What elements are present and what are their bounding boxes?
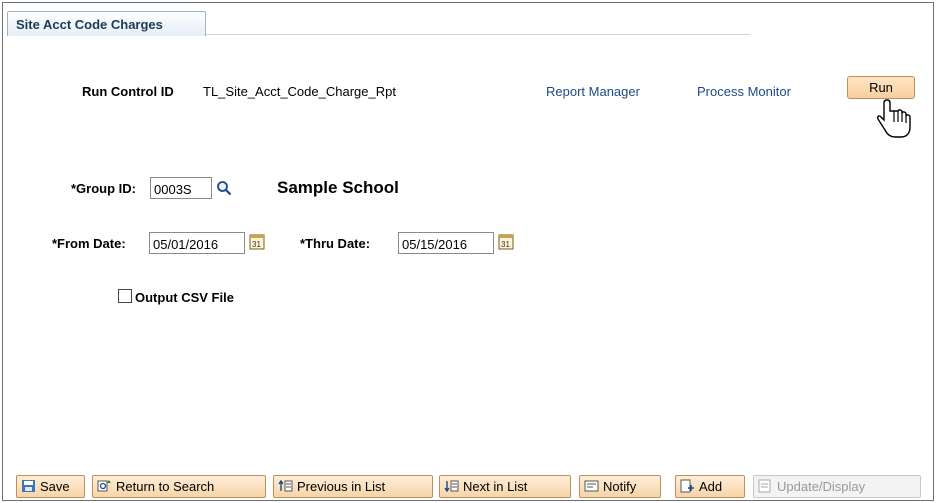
- update-display-label: Update/Display: [777, 479, 866, 494]
- next-in-list-icon: [444, 480, 459, 493]
- from-date-label: *From Date:: [52, 236, 126, 251]
- update-display-button[interactable]: Update/Display: [753, 475, 921, 498]
- output-csv-label: Output CSV File: [135, 290, 234, 305]
- report-manager-link[interactable]: Report Manager: [546, 84, 640, 99]
- run-control-label: Run Control ID: [82, 84, 174, 99]
- tab-label: Site Acct Code Charges: [16, 17, 163, 32]
- run-control-value: TL_Site_Acct_Code_Charge_Rpt: [203, 84, 396, 99]
- update-display-icon: [758, 479, 771, 493]
- hand-cursor-icon: [877, 99, 911, 138]
- toolbar: Save Return to Search Previous in List N…: [16, 475, 924, 499]
- next-in-list-label: Next in List: [463, 479, 528, 494]
- tab-site-acct-code-charges[interactable]: Site Acct Code Charges: [7, 11, 206, 36]
- thru-date-input[interactable]: [398, 232, 494, 254]
- notify-button[interactable]: Notify: [579, 475, 661, 498]
- group-id-input[interactable]: [150, 177, 212, 199]
- calendar-icon[interactable]: 31: [498, 233, 514, 250]
- group-id-label: *Group ID:: [71, 181, 136, 196]
- save-button[interactable]: Save: [16, 475, 85, 498]
- run-button[interactable]: Run: [847, 76, 915, 99]
- run-button-label: Run: [869, 80, 893, 95]
- previous-in-list-icon: [278, 479, 293, 492]
- return-to-search-label: Return to Search: [116, 479, 215, 494]
- previous-in-list-label: Previous in List: [297, 479, 386, 494]
- process-monitor-link[interactable]: Process Monitor: [697, 84, 791, 99]
- add-label: Add: [699, 479, 723, 494]
- add-icon: [680, 479, 694, 493]
- calendar-icon[interactable]: 31: [249, 233, 265, 250]
- svg-text:31: 31: [501, 240, 510, 249]
- thru-date-label: *Thru Date:: [300, 236, 371, 251]
- next-in-list-button[interactable]: Next in List: [439, 475, 571, 498]
- svg-text:31: 31: [252, 240, 261, 249]
- return-to-search-icon: [97, 480, 111, 492]
- previous-in-list-button[interactable]: Previous in List: [273, 475, 433, 498]
- notify-icon: [584, 480, 599, 492]
- school-name: Sample School: [277, 178, 399, 197]
- save-icon: [22, 480, 35, 492]
- output-csv-checkbox[interactable]: [118, 289, 132, 303]
- tab-divider: [206, 34, 750, 35]
- save-label: Save: [40, 479, 70, 494]
- from-date-input[interactable]: [149, 232, 245, 254]
- return-to-search-button[interactable]: Return to Search: [92, 475, 266, 498]
- lookup-icon[interactable]: [216, 180, 232, 196]
- notify-label: Notify: [603, 479, 637, 494]
- add-button[interactable]: Add: [675, 475, 745, 498]
